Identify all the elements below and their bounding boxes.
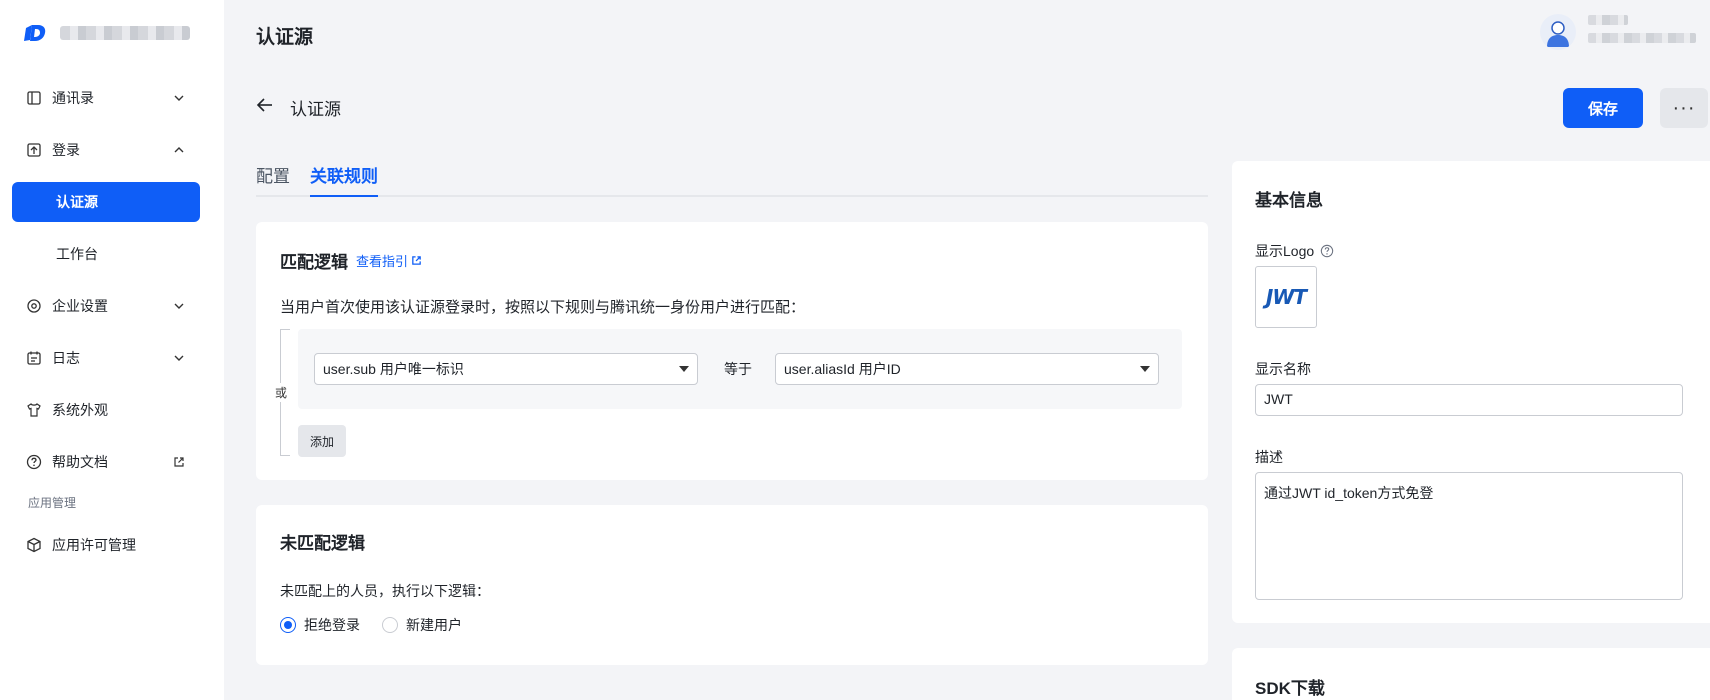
radio-reject-login[interactable]: 拒绝登录 bbox=[280, 615, 360, 635]
chevron-up-icon bbox=[172, 143, 186, 157]
back-title: 认证源 bbox=[290, 100, 341, 119]
user-menu[interactable] bbox=[1540, 14, 1698, 50]
radio-label: 拒绝登录 bbox=[304, 617, 360, 633]
logo-field-label: 显示Logo bbox=[1255, 241, 1334, 261]
sidebar-item-label: 企业设置 bbox=[52, 298, 108, 314]
back-arrow-icon[interactable] bbox=[256, 97, 274, 118]
caret-down-icon bbox=[1140, 366, 1150, 372]
log-icon bbox=[26, 350, 42, 366]
sdk-card: SDK下载 bbox=[1232, 648, 1710, 700]
desc-field-label: 描述 bbox=[1255, 449, 1283, 465]
avatar bbox=[1540, 14, 1576, 50]
login-icon bbox=[26, 142, 42, 158]
help-icon bbox=[26, 454, 42, 470]
tab-config[interactable]: 配置 bbox=[256, 162, 290, 197]
sidebar-item-auth-source[interactable]: 认证源 bbox=[12, 182, 200, 222]
sidebar-item-help[interactable]: 帮助文档 bbox=[12, 442, 200, 482]
breadcrumb: 认证源 bbox=[256, 95, 341, 120]
match-logic-title: 匹配逻辑 bbox=[280, 253, 348, 272]
display-name-input[interactable]: JWT bbox=[1255, 384, 1683, 416]
user-avatar-icon bbox=[1547, 21, 1569, 47]
sidebar-item-login[interactable]: 登录 bbox=[12, 130, 200, 170]
radio-label: 新建用户 bbox=[406, 617, 462, 633]
license-icon bbox=[26, 537, 42, 553]
view-guide-label: 查看指引 bbox=[356, 254, 409, 269]
name-field-label: 显示名称 bbox=[1255, 361, 1311, 377]
external-link-icon bbox=[412, 256, 421, 265]
more-button[interactable]: ··· bbox=[1660, 88, 1708, 128]
sidebar-item-enterprise-settings[interactable]: 企业设置 bbox=[12, 286, 200, 326]
brand[interactable] bbox=[24, 22, 190, 44]
source-field-select[interactable]: user.sub 用户唯一标识 bbox=[314, 353, 698, 385]
jwt-logo-text: JWT bbox=[1265, 285, 1307, 309]
chevron-down-icon bbox=[172, 351, 186, 365]
radio-create-user[interactable]: 新建用户 bbox=[382, 615, 462, 635]
sidebar-item-appearance[interactable]: 系统外观 bbox=[12, 390, 200, 430]
logo-preview[interactable]: JWT bbox=[1255, 266, 1317, 328]
view-guide-link[interactable]: 查看指引 bbox=[356, 251, 422, 270]
sidebar-item-label: 日志 bbox=[52, 350, 80, 366]
sidebar-item-label: 应用许可管理 bbox=[52, 537, 136, 553]
sidebar-item-label: 登录 bbox=[52, 142, 80, 158]
brand-logo-icon bbox=[24, 25, 46, 41]
chevron-down-icon bbox=[172, 91, 186, 105]
sidebar-item-label: 认证源 bbox=[56, 194, 98, 210]
page-title: 认证源 bbox=[256, 27, 314, 48]
radio-checked-icon bbox=[280, 617, 296, 633]
user-name-redacted bbox=[1588, 15, 1698, 49]
sidebar-item-label: 通讯录 bbox=[52, 90, 94, 106]
sidebar-item-license[interactable]: 应用许可管理 bbox=[12, 525, 200, 565]
target-field-value: user.aliasId 用户ID bbox=[784, 361, 901, 377]
or-label: 或 bbox=[275, 383, 288, 402]
help-icon[interactable] bbox=[1320, 244, 1334, 258]
sidebar-nav: 通讯录 登录 认证源 工作台 企业设置 日志 系统外观 帮助文档 应用管理 应用… bbox=[12, 78, 200, 577]
add-rule-button[interactable]: 添加 bbox=[298, 425, 346, 457]
tab-association-rules[interactable]: 关联规则 bbox=[310, 162, 378, 197]
description-textarea[interactable]: 通过JWT id_token方式免登 bbox=[1255, 472, 1683, 600]
save-button[interactable]: 保存 bbox=[1563, 88, 1643, 128]
match-logic-card: 匹配逻辑 查看指引 当用户首次使用该认证源登录时，按照以下规则与腾讯统一身份用户… bbox=[256, 222, 1208, 480]
sidebar-item-workbench[interactable]: 工作台 bbox=[12, 234, 200, 274]
settings-icon bbox=[26, 298, 42, 314]
sidebar-item-label: 系统外观 bbox=[52, 402, 108, 418]
radio-unchecked-icon bbox=[382, 617, 398, 633]
nomatch-logic-title: 未匹配逻辑 bbox=[280, 534, 365, 553]
nomatch-logic-card: 未匹配逻辑 未匹配上的人员，执行以下逻辑： 拒绝登录 新建用户 bbox=[256, 505, 1208, 665]
contacts-icon bbox=[26, 90, 42, 106]
nomatch-logic-description: 未匹配上的人员，执行以下逻辑： bbox=[280, 583, 490, 599]
source-field-value: user.sub 用户唯一标识 bbox=[323, 361, 464, 377]
sidebar-item-contacts[interactable]: 通讯录 bbox=[12, 78, 200, 118]
sidebar-item-label: 帮助文档 bbox=[52, 454, 108, 470]
basic-info-title: 基本信息 bbox=[1255, 191, 1323, 210]
logo-label: 显示Logo bbox=[1255, 243, 1315, 259]
match-logic-description: 当用户首次使用该认证源登录时，按照以下规则与腾讯统一身份用户进行匹配： bbox=[280, 299, 806, 316]
caret-down-icon bbox=[679, 366, 689, 372]
sidebar-item-logs[interactable]: 日志 bbox=[12, 338, 200, 378]
target-field-select[interactable]: user.aliasId 用户ID bbox=[775, 353, 1159, 385]
operator-label: 等于 bbox=[724, 361, 752, 377]
sidebar: 通讯录 登录 认证源 工作台 企业设置 日志 系统外观 帮助文档 应用管理 应用… bbox=[0, 0, 224, 700]
sidebar-group-label: 应用管理 bbox=[28, 496, 77, 510]
sidebar-item-label: 工作台 bbox=[56, 246, 98, 262]
brand-name-redacted bbox=[60, 26, 190, 40]
appearance-icon bbox=[26, 402, 42, 418]
chevron-down-icon bbox=[172, 299, 186, 313]
external-link-icon bbox=[172, 455, 186, 469]
basic-info-card: 基本信息 显示Logo JWT 显示名称 JWT 描述 通过JWT id_tok… bbox=[1232, 161, 1710, 623]
tab-bar: 配置 关联规则 bbox=[256, 162, 1208, 197]
nomatch-options: 拒绝登录 新建用户 bbox=[280, 615, 462, 635]
sdk-title: SDK下载 bbox=[1255, 679, 1325, 698]
